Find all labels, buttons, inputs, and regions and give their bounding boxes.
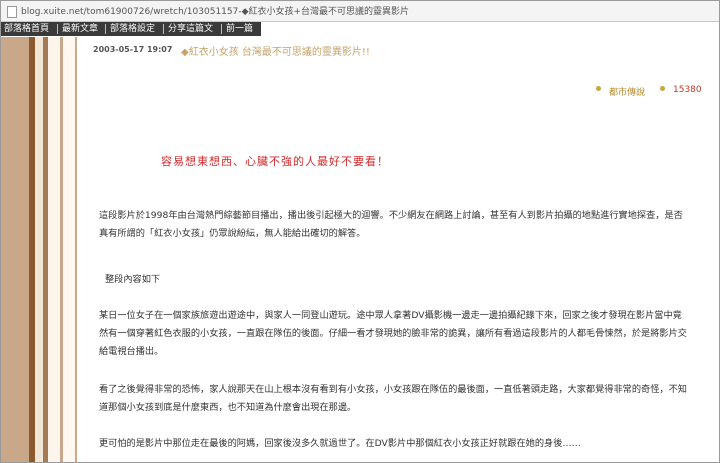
nav-item-home[interactable]: 部落格首頁 xyxy=(1,23,52,35)
post-views: 15380 xyxy=(673,85,702,95)
bullet-icon xyxy=(596,86,601,91)
post-paragraph: 看了之後覺得非常的恐怖，家人說那天在山上根本沒有看到有小女孩，小女孩跟在隊伍的最… xyxy=(99,384,687,413)
nav-divider xyxy=(221,24,222,34)
nav-item-prev[interactable]: 前一篇 xyxy=(223,23,256,35)
url-text[interactable]: blog.xuite.net/tom61900726/wretch/103051… xyxy=(21,4,409,17)
post-category[interactable]: 都市傳說 xyxy=(609,85,645,98)
nav-item-settings[interactable]: 部落格設定 xyxy=(107,23,158,35)
address-bar[interactable]: blog.xuite.net/tom61900726/wretch/103051… xyxy=(1,1,719,22)
blog-nav-bar: 部落格首頁 最新文章 部落格設定 分享這篇文 前一篇 xyxy=(1,22,261,36)
nav-item-latest[interactable]: 最新文章 xyxy=(59,23,101,35)
warning-text: 容易想東想西、心臟不強的人最好不要看！ xyxy=(161,155,389,168)
post-title[interactable]: ◆紅衣小女孩 台灣最不可思議的靈異影片!! xyxy=(181,43,370,58)
decor-stripe xyxy=(48,37,60,462)
bullet-icon xyxy=(660,86,665,91)
decor-stripe xyxy=(35,37,43,462)
post-paragraph: 更可怕的是影片中那位走在最後的阿媽，回家後沒多久就過世了。在DV影片中那個紅衣小… xyxy=(99,438,581,449)
post-paragraph: 某日一位女子在一個家族旅遊出遊途中，與家人一同登山遊玩。途中眾人拿著DV攝影機一… xyxy=(99,310,687,357)
nav-divider xyxy=(163,24,164,34)
browser-frame: blog.xuite.net/tom61900726/wretch/103051… xyxy=(0,0,720,463)
nav-item-share[interactable]: 分享這篇文 xyxy=(165,23,216,35)
post-date: 2003-05-17 19:07 xyxy=(93,45,173,54)
decor-stripe xyxy=(1,37,29,462)
post-paragraph: 這段影片於1998年由台灣熱門綜藝節目播出，播出後引起極大的迴響。不少網友在網路… xyxy=(99,210,683,239)
post-paragraph: 整段內容如下 xyxy=(105,274,161,285)
page-icon xyxy=(7,6,17,18)
nav-divider xyxy=(57,24,58,34)
nav-divider xyxy=(105,24,106,34)
post-content: 2003-05-17 19:07 ◆紅衣小女孩 台灣最不可思議的靈異影片!! 都… xyxy=(77,37,717,462)
decor-stripe xyxy=(63,37,75,462)
